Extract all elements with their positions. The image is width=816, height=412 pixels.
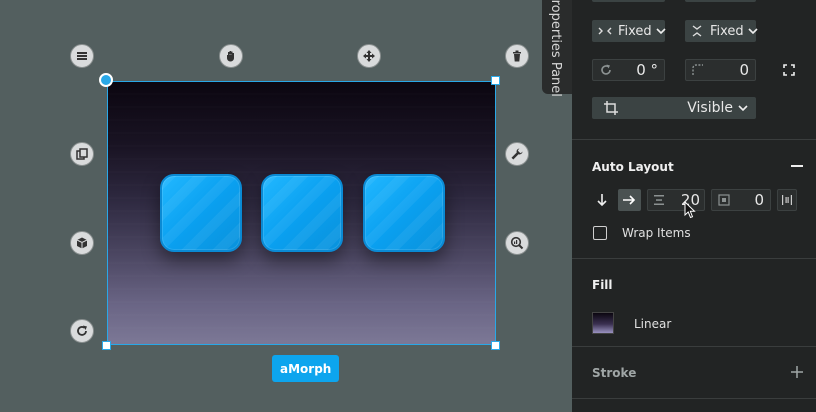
arrow-right-icon	[622, 194, 636, 206]
resize-handle-top-right[interactable]	[491, 76, 500, 85]
horizontal-direction-button[interactable]	[618, 189, 641, 211]
resize-handle-bottom-right[interactable]	[491, 341, 500, 350]
auto-layout-title: Auto Layout	[592, 160, 674, 174]
distribute-icon	[781, 194, 793, 206]
grab-icon[interactable]	[219, 44, 243, 68]
width-mode-value: Fixed	[618, 23, 652, 39]
morph-tile[interactable]	[363, 174, 445, 252]
spacing-icon	[653, 194, 665, 206]
duplicate-icon[interactable]	[70, 142, 94, 166]
morph-name-label[interactable]: aMorph	[272, 355, 340, 382]
menu-icon[interactable]	[70, 44, 94, 68]
divider	[572, 258, 816, 259]
properties-panel: Fixed Fixed 0 ° 0 Visible Auto Layout 20…	[572, 0, 816, 412]
spacing-field[interactable]: 20	[647, 189, 705, 211]
delete-icon[interactable]	[505, 44, 529, 68]
properties-panel-tab[interactable]: Properties Panel	[542, 0, 572, 97]
crop-icon	[604, 101, 618, 115]
top-chip-left[interactable]	[592, 0, 665, 2]
panel-tab-label: Properties Panel	[548, 0, 563, 97]
mouse-cursor-icon	[684, 201, 696, 219]
height-mode-select[interactable]: Fixed	[685, 20, 758, 42]
rotate-icon[interactable]	[70, 319, 94, 343]
world-canvas[interactable]: aMorph	[0, 0, 572, 412]
chevron-down-icon	[656, 27, 666, 35]
remove-auto-layout-icon[interactable]	[791, 165, 803, 167]
fullscreen-icon[interactable]	[783, 64, 795, 76]
chevron-down-icon	[748, 27, 758, 35]
add-stroke-icon[interactable]	[791, 366, 803, 378]
corner-radius-icon	[692, 64, 704, 76]
inspect-icon[interactable]	[505, 231, 529, 255]
vertical-resize-icon	[691, 25, 703, 37]
morph-tile[interactable]	[261, 174, 343, 252]
cube-icon[interactable]	[70, 231, 94, 255]
padding-icon	[718, 194, 730, 206]
padding-value: 0	[754, 191, 764, 209]
height-mode-value: Fixed	[710, 23, 744, 39]
origin-handle[interactable]	[99, 73, 113, 87]
fill-color-swatch[interactable]	[592, 312, 614, 334]
width-mode-select[interactable]: Fixed	[592, 20, 666, 42]
horizontal-resize-icon	[598, 26, 612, 36]
fill-title: Fill	[592, 278, 613, 292]
rotation-value: 0 °	[636, 61, 658, 79]
rotation-icon	[599, 63, 613, 77]
divider	[572, 346, 816, 347]
resize-handle-bottom-left[interactable]	[102, 341, 111, 350]
wrench-icon[interactable]	[505, 142, 529, 166]
wrap-items-checkbox[interactable]	[593, 226, 607, 240]
rotation-field[interactable]: 0 °	[592, 59, 665, 81]
corner-radius-field[interactable]: 0	[685, 59, 756, 81]
morph-tile[interactable]	[160, 174, 242, 252]
fill-type-label[interactable]: Linear	[634, 317, 671, 331]
clipping-value: Visible	[687, 100, 733, 116]
clipping-select[interactable]: Visible	[592, 97, 756, 119]
wrap-items-label: Wrap Items	[622, 226, 691, 240]
distribute-button[interactable]	[777, 189, 797, 211]
divider	[572, 398, 816, 399]
vertical-direction-icon[interactable]	[596, 193, 608, 207]
chevron-down-icon	[738, 104, 748, 112]
stroke-title: Stroke	[592, 366, 637, 380]
corner-radius-value: 0	[739, 61, 749, 79]
top-chip-right[interactable]	[685, 0, 756, 2]
padding-field[interactable]: 0	[711, 189, 771, 211]
move-icon[interactable]	[357, 44, 381, 68]
selected-morph[interactable]	[107, 81, 496, 345]
divider	[572, 139, 816, 140]
